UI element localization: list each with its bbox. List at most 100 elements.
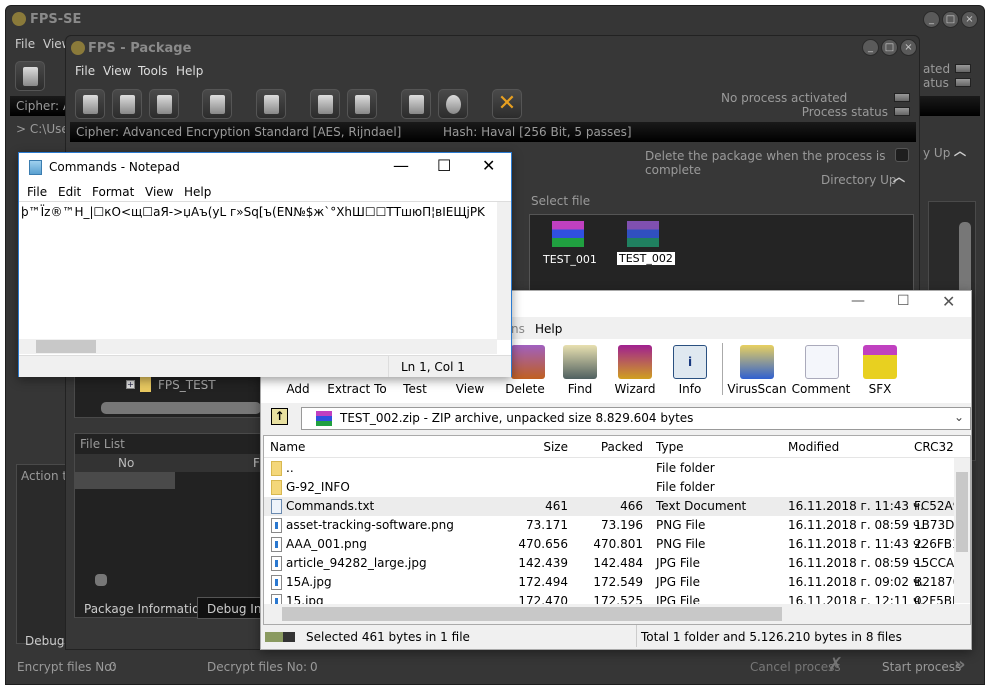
status-led <box>955 64 971 73</box>
maximize-button[interactable]: □ <box>881 39 898 56</box>
table-row[interactable]: .. File folder <box>264 459 954 478</box>
chevron-up-icon[interactable]: ︿ <box>893 168 905 185</box>
trash-button[interactable] <box>256 89 286 119</box>
menu-file[interactable]: File <box>75 64 95 78</box>
toolbar-view[interactable]: View <box>440 382 500 396</box>
minimize-button[interactable]: _ <box>923 11 940 28</box>
toolbar-wizard[interactable]: Wizard <box>605 382 665 396</box>
toolbar-add[interactable]: Add <box>268 382 328 396</box>
cancel-x-button[interactable]: ✕ <box>492 89 522 119</box>
delete-checkbox[interactable] <box>895 148 909 162</box>
disk-button[interactable] <box>347 89 377 119</box>
table-row[interactable]: G-92_INFO File folder <box>264 478 954 497</box>
scrollbar-thumb[interactable] <box>95 574 107 586</box>
menu-file[interactable]: File <box>27 185 47 199</box>
column-type[interactable]: Type <box>656 440 684 454</box>
select-file-label: Select file <box>531 194 591 208</box>
vertical-scrollbar[interactable] <box>954 458 970 603</box>
window-title: FPS - Package <box>88 41 192 56</box>
table-row[interactable]: Commands.txt 461 466 Text Document 16.11.201… <box>264 497 954 516</box>
start-process-button[interactable]: Start process <box>882 660 961 674</box>
list-row[interactable] <box>75 472 175 489</box>
delete-icon[interactable] <box>511 345 545 379</box>
close-button[interactable]: ✕ <box>942 292 955 311</box>
menu-view[interactable]: View <box>145 185 173 199</box>
toolbar-extract-to[interactable]: Extract To <box>327 382 387 396</box>
cell-name: 15A.jpg <box>286 575 332 589</box>
menu-help[interactable]: Help <box>176 64 203 78</box>
close-button[interactable]: ✕ <box>482 156 495 175</box>
gear-button[interactable] <box>438 89 468 119</box>
menu-view[interactable]: View <box>103 64 131 78</box>
table-row[interactable]: 15.jpg 172.470 172.525 JPG File 16.11.2018 г… <box>264 592 954 604</box>
image-icon <box>271 575 282 590</box>
column-crc32[interactable]: CRC32 <box>914 440 954 454</box>
maximize-button[interactable]: ☐ <box>897 293 910 309</box>
minimize-button[interactable]: — <box>851 293 865 309</box>
tree-item[interactable]: FPS_TEST <box>158 378 216 392</box>
toolbar-info[interactable]: Info <box>660 382 720 396</box>
archive-icon[interactable] <box>552 221 584 247</box>
column-packed[interactable]: Packed <box>574 440 643 454</box>
toolbar-sfx[interactable]: SFX <box>850 382 910 396</box>
table-row[interactable]: 15A.jpg 172.494 172.549 JPG File 16.11.2018 … <box>264 573 954 592</box>
cancel-process-button[interactable]: Cancel process <box>750 660 841 674</box>
add-user-button[interactable] <box>15 61 45 91</box>
column-modified[interactable]: Modified <box>788 440 839 454</box>
shred-button[interactable] <box>202 89 232 119</box>
minimize-button[interactable]: — <box>393 156 409 175</box>
maximize-button[interactable]: ☐ <box>437 156 451 175</box>
menu-format[interactable]: Format <box>92 185 134 199</box>
open-button[interactable] <box>75 89 105 119</box>
horizontal-scrollbar[interactable] <box>19 339 497 354</box>
menu-options[interactable]: ns <box>511 322 525 336</box>
toolbar-comment[interactable]: Comment <box>791 382 851 396</box>
tools-button[interactable] <box>401 89 431 119</box>
file-test-002[interactable]: TEST_002 <box>617 252 675 265</box>
table-row[interactable]: article_94282_large.jpg 142.439 142.484 JPG… <box>264 554 954 573</box>
decrypt-value: 0 <box>310 660 318 674</box>
file-test-001[interactable]: TEST_001 <box>543 253 597 266</box>
maximize-button[interactable]: □ <box>942 11 959 28</box>
column-name[interactable]: Name <box>270 440 305 454</box>
directory-up-partial[interactable]: y Up <box>923 146 950 160</box>
wizard-icon[interactable] <box>618 345 652 379</box>
toolbar-virusscan[interactable]: VirusScan <box>727 382 787 396</box>
expand-icon[interactable]: + <box>126 380 135 389</box>
horizontal-scrollbar[interactable] <box>101 402 261 414</box>
toolbar-find[interactable]: Find <box>550 382 610 396</box>
vertical-scrollbar[interactable] <box>497 202 511 340</box>
column-no[interactable]: No <box>118 456 134 470</box>
text-content[interactable]: þ™Ïz®™Н_|☐кО<щ☐аЯ->џАъ(уL г»Sq[ъ(ЕN№$ж`°… <box>21 205 485 219</box>
menu-file[interactable]: File <box>15 37 35 51</box>
comment-icon[interactable] <box>805 345 839 379</box>
menu-tools[interactable]: Tools <box>138 64 168 78</box>
menu-help[interactable]: Help <box>184 185 211 199</box>
virusscan-icon[interactable] <box>740 345 774 379</box>
sfx-icon[interactable] <box>863 345 897 379</box>
save-button[interactable] <box>112 89 142 119</box>
menu-edit[interactable]: Edit <box>58 185 81 199</box>
find-icon[interactable] <box>563 345 597 379</box>
address-dropdown[interactable]: TEST_002.zip - ZIP archive, unpacked siz… <box>301 407 971 430</box>
info-icon[interactable]: i <box>673 345 707 379</box>
table-row[interactable]: asset-tracking-software.png 73.171 73.196 P… <box>264 516 954 535</box>
text-area[interactable]: þ™Ïz®™Н_|☐кО<щ☐аЯ->џАъ(уL г»Sq[ъ(ЕN№$ж`°… <box>19 201 511 340</box>
close-button[interactable]: × <box>900 39 917 56</box>
archive-icon[interactable] <box>627 221 659 247</box>
up-folder-button[interactable]: ↑ <box>271 408 288 425</box>
directory-up-button[interactable]: Directory Up <box>821 173 897 187</box>
close-button[interactable]: × <box>961 11 978 28</box>
menu-help[interactable]: Help <box>535 322 562 336</box>
lock-button[interactable] <box>310 89 340 119</box>
double-chevron-right-icon: » <box>954 654 966 675</box>
minimize-button[interactable]: _ <box>862 39 879 56</box>
tab-package-information[interactable]: Package Information <box>84 602 207 616</box>
search-button[interactable] <box>149 89 179 119</box>
horizontal-scrollbar[interactable] <box>264 604 970 624</box>
toolbar-delete[interactable]: Delete <box>495 382 555 396</box>
chevron-up-icon[interactable]: ︿ <box>954 142 966 159</box>
column-size[interactable]: Size <box>494 440 568 454</box>
toolbar-test[interactable]: Test <box>385 382 445 396</box>
table-row[interactable]: AAA_001.png 470.656 470.801 PNG File 16.11.2… <box>264 535 954 554</box>
